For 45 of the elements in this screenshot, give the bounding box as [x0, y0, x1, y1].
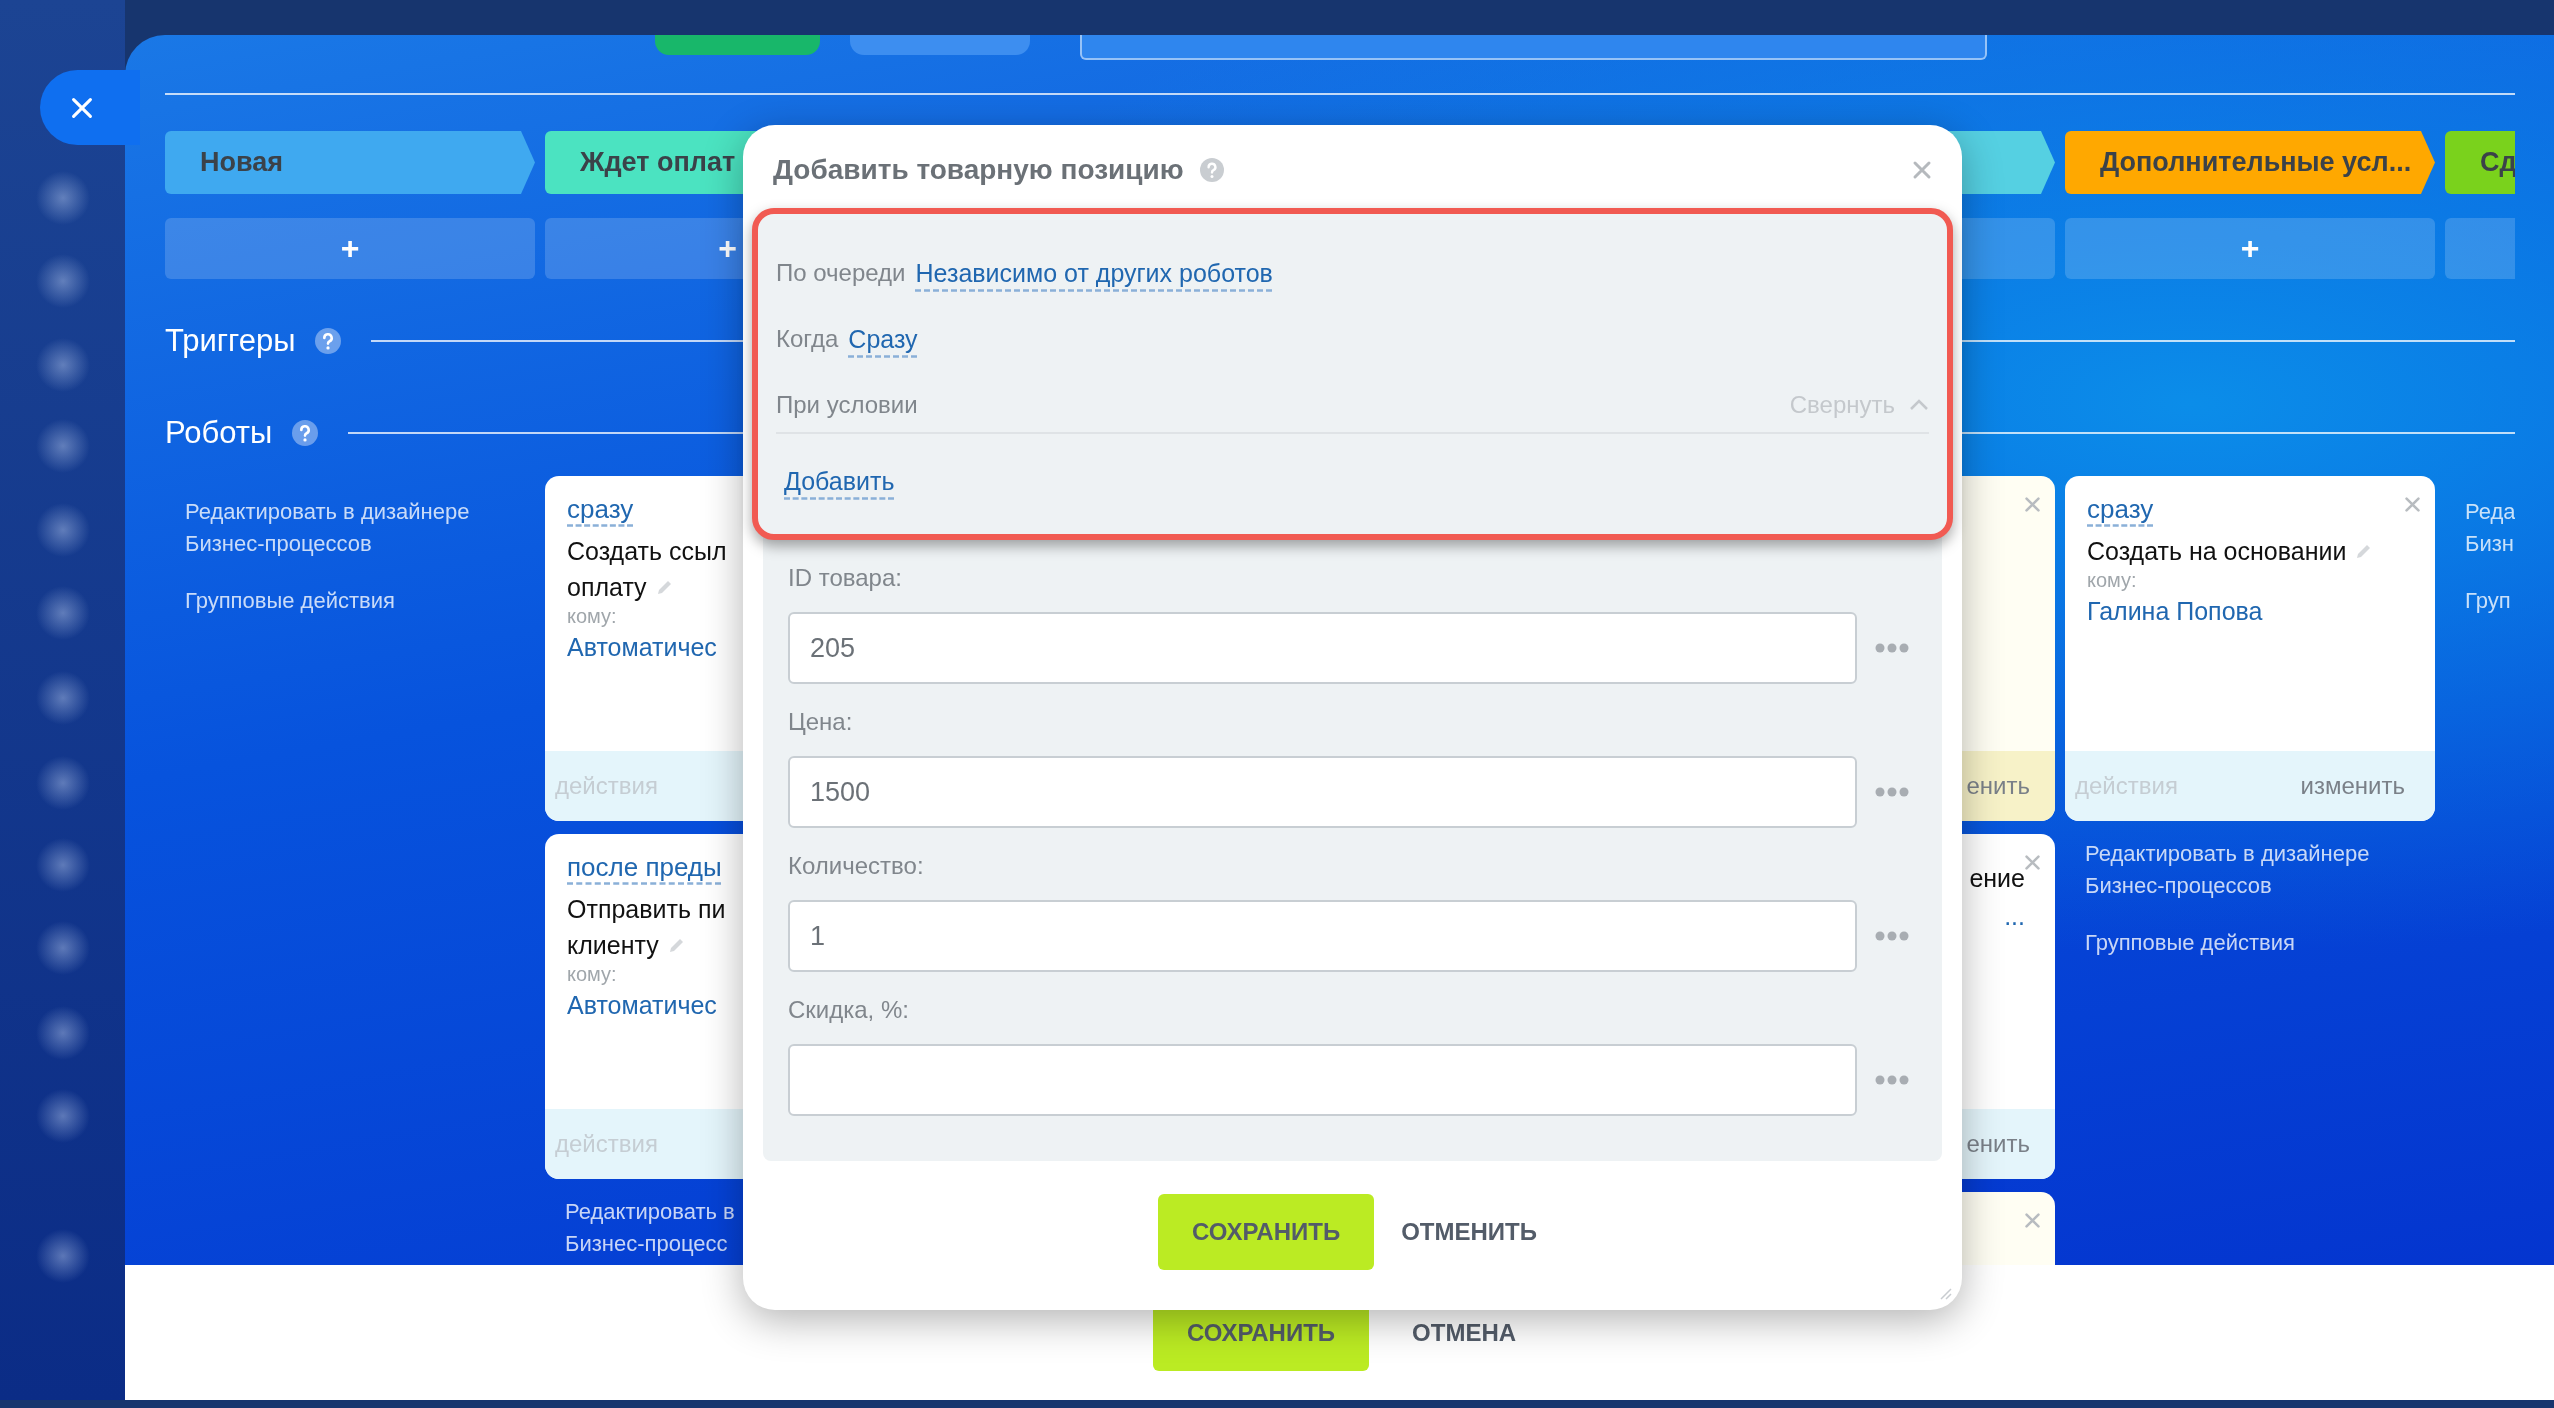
- add-button[interactable]: +: [165, 218, 535, 279]
- stage-tab[interactable]: Дополнительные усл...: [2065, 131, 2435, 194]
- save-button[interactable]: СОХРАНИТЬ: [1157, 1193, 1375, 1270]
- recipient-label: кому:: [567, 605, 618, 627]
- robot-title: Создать ссыл: [567, 536, 727, 567]
- cancel-button[interactable]: ОТМЕНА: [1402, 1308, 1527, 1357]
- input-field[interactable]: 1500: [788, 756, 1857, 828]
- setting-label: При условии: [776, 391, 918, 419]
- add-condition-link[interactable]: Добавить: [784, 466, 895, 496]
- designer-link[interactable]: Редактировать в дизайнере Бизнес-процессов: [2085, 838, 2415, 902]
- recipient-link[interactable]: Галина Попова: [2087, 597, 2413, 626]
- designer-link[interactable]: Груп: [2465, 585, 2515, 617]
- designer-link[interactable]: Групповые действия: [2085, 927, 2415, 959]
- field-label: Скидка, %:: [788, 996, 909, 1023]
- recipient-label: кому:: [2087, 569, 2138, 591]
- cancel-button[interactable]: ОТМЕНИТЬ: [1391, 1207, 1547, 1256]
- input-field[interactable]: 1: [788, 900, 1857, 972]
- robot-title: оплату: [567, 572, 647, 603]
- field-label: Количество:: [788, 852, 924, 879]
- edit-link[interactable]: изменить: [2300, 772, 2405, 800]
- designer-link[interactable]: Групповые действия: [185, 585, 515, 617]
- setting-label: Когда: [776, 325, 839, 353]
- edit-link[interactable]: енить: [1966, 1130, 2030, 1158]
- robot-title: Отправить пи: [567, 894, 726, 925]
- edit-link[interactable]: енить: [1966, 772, 2030, 800]
- timing-link[interactable]: после преды: [567, 852, 722, 882]
- robot-title: клиенту: [567, 930, 659, 961]
- robot-title: Создать на основании: [2087, 536, 2347, 567]
- timing-link[interactable]: сразу: [567, 494, 634, 524]
- stage-tab[interactable]: Новая: [165, 131, 535, 194]
- setting-link[interactable]: Независимо от других роботов: [915, 258, 1273, 288]
- section-title: Роботы: [165, 415, 273, 451]
- setting-link[interactable]: Сразу: [848, 324, 918, 354]
- recipient-label: кому:: [567, 963, 618, 985]
- robot-title: ение: [1969, 863, 2025, 894]
- designer-link[interactable]: Реда Бизн: [2465, 496, 2515, 560]
- add-button[interactable]: +: [545, 218, 743, 279]
- input-field[interactable]: 205: [788, 612, 1857, 684]
- section-title: Триггеры: [165, 323, 296, 359]
- field-label: Цена:: [788, 708, 853, 735]
- setting-label: По очереди: [776, 259, 906, 287]
- field-label: ID товара:: [788, 564, 902, 591]
- designer-link[interactable]: Редактировать в дизайнере Бизнес-процессов: [185, 496, 515, 560]
- add-button[interactable]: +: [2065, 218, 2435, 279]
- timing-link[interactable]: сразу: [2087, 494, 2154, 524]
